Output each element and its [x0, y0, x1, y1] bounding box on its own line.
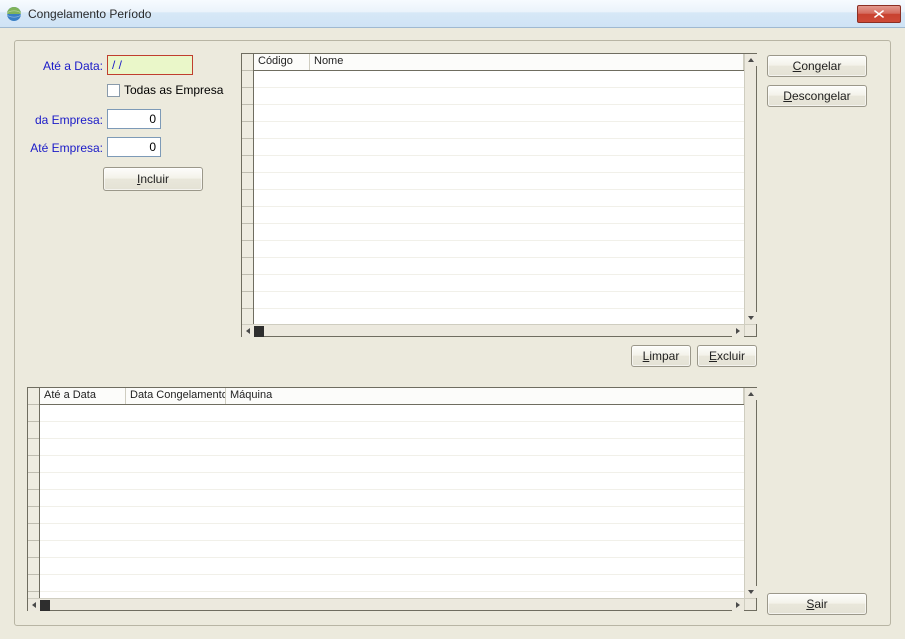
- incluir-button[interactable]: Incluir: [103, 167, 203, 191]
- scroll-up-icon[interactable]: [745, 54, 757, 66]
- scroll-right-icon[interactable]: [732, 325, 744, 337]
- grid-empresas-hscroll[interactable]: [242, 324, 744, 336]
- grid-empresas-header: Código Nome: [254, 54, 744, 71]
- da-empresa-input[interactable]: [107, 109, 161, 129]
- grid-historico-body[interactable]: [40, 405, 744, 598]
- window-title: Congelamento Período: [28, 7, 857, 21]
- grid-historico-hscroll[interactable]: [28, 598, 744, 610]
- grid-empresas[interactable]: Código Nome: [241, 53, 757, 337]
- hscroll-thumb[interactable]: [254, 326, 264, 337]
- incluir-label-rest: ncluir: [140, 172, 169, 186]
- app-icon: [6, 6, 22, 22]
- descongelar-button[interactable]: Descongelar: [767, 85, 867, 107]
- grid-historico-header: Até a Data Data Congelamento Máquina: [40, 388, 744, 405]
- ate-empresa-input[interactable]: [107, 137, 161, 157]
- scroll-left-icon[interactable]: [242, 325, 254, 337]
- grid-corner: [744, 324, 756, 336]
- grid-historico[interactable]: Até a Data Data Congelamento Máquina: [27, 387, 757, 611]
- limpar-button[interactable]: Limpar: [631, 345, 691, 367]
- titlebar: Congelamento Período: [0, 0, 905, 28]
- grid-historico-rowheads: [28, 388, 40, 598]
- scroll-down-icon[interactable]: [745, 312, 757, 324]
- congelar-button[interactable]: Congelar: [767, 55, 867, 77]
- grid-empresas-vscroll[interactable]: [744, 54, 756, 324]
- grid-empresas-col-nome[interactable]: Nome: [310, 54, 744, 70]
- todas-empresas-checkbox[interactable]: [107, 84, 120, 97]
- scroll-down-icon[interactable]: [745, 586, 757, 598]
- grid-historico-vscroll[interactable]: [744, 388, 756, 598]
- close-button[interactable]: [857, 5, 901, 23]
- grid-corner: [744, 598, 756, 610]
- excluir-button[interactable]: Excluir: [697, 345, 757, 367]
- hscroll-thumb[interactable]: [40, 600, 50, 611]
- scroll-right-icon[interactable]: [732, 599, 744, 611]
- grid-historico-col-atedata[interactable]: Até a Data: [40, 388, 126, 404]
- ate-data-label: Até a Data:: [15, 59, 103, 73]
- sair-button[interactable]: Sair: [767, 593, 867, 615]
- grid-empresas-rowheads: [242, 54, 254, 324]
- grid-historico-col-maquina[interactable]: Máquina: [226, 388, 744, 404]
- scroll-up-icon[interactable]: [745, 388, 757, 400]
- grid-historico-col-datacongelamento[interactable]: Data Congelamento: [126, 388, 226, 404]
- scroll-left-icon[interactable]: [28, 599, 40, 611]
- da-empresa-label: da Empresa:: [15, 113, 103, 127]
- todas-empresas-label: Todas as Empresa: [124, 83, 223, 97]
- ate-empresa-label: Até Empresa:: [15, 141, 103, 155]
- main-panel: Até a Data: Todas as Empresa da Empresa:…: [14, 40, 891, 626]
- todas-empresas-checkbox-wrap[interactable]: Todas as Empresa: [107, 83, 223, 97]
- close-icon: [874, 10, 884, 18]
- grid-empresas-col-codigo[interactable]: Código: [254, 54, 310, 70]
- ate-data-input[interactable]: [107, 55, 193, 75]
- grid-empresas-body[interactable]: [254, 71, 744, 324]
